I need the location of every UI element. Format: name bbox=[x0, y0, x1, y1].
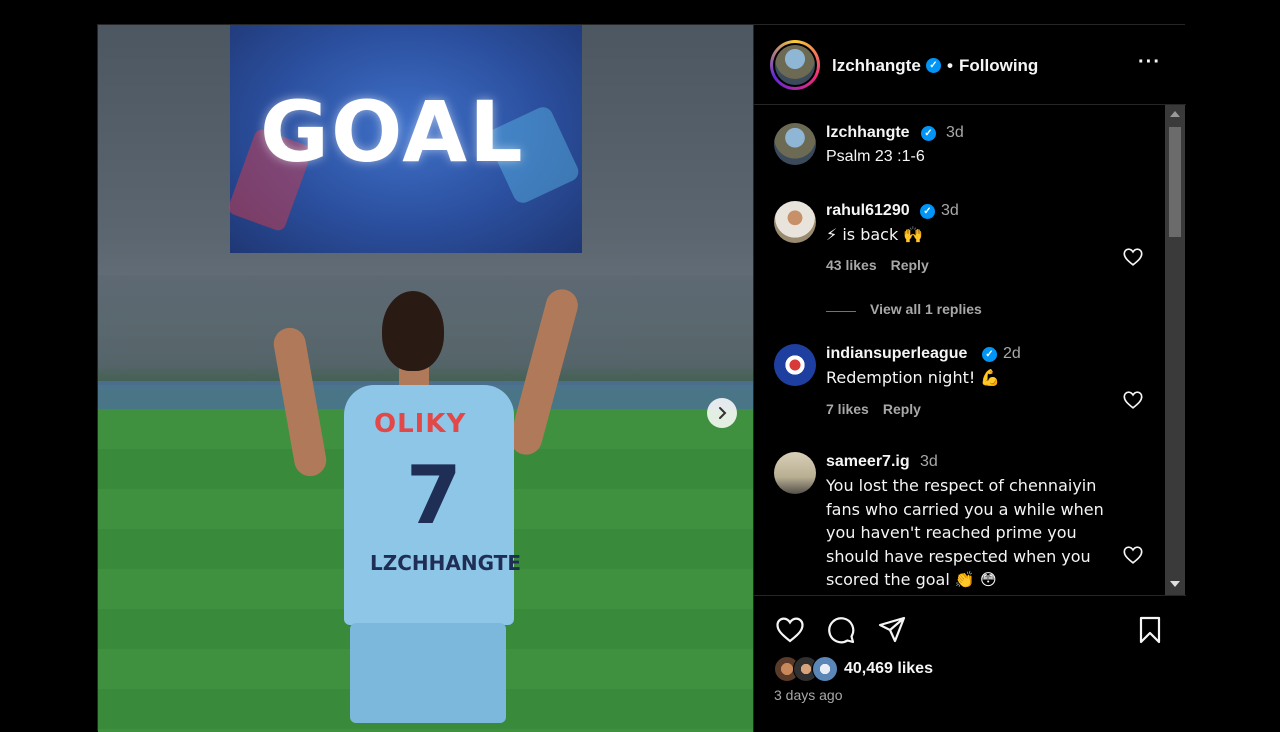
post-header: lzchhangte ✓ • Following ··· bbox=[754, 25, 1186, 105]
author-username[interactable]: lzchhangte bbox=[832, 56, 921, 76]
post-side-panel: lzchhangte ✓ • Following ··· lzchhangte … bbox=[753, 25, 1186, 732]
following-button[interactable]: Following bbox=[959, 56, 1038, 76]
heart-icon[interactable] bbox=[1122, 389, 1144, 411]
more-options-icon[interactable]: ··· bbox=[1138, 51, 1161, 74]
comment-icon[interactable] bbox=[825, 614, 857, 646]
comment-meta: 7 likes Reply bbox=[826, 401, 935, 417]
comment-username[interactable]: indiansuperleague bbox=[826, 345, 967, 363]
post-image[interactable]: GOAL OLIKY 7 LZCHHANGTE bbox=[98, 25, 753, 732]
verified-badge-icon: ✓ bbox=[982, 347, 997, 362]
scroll-up-arrow-icon[interactable] bbox=[1170, 111, 1180, 117]
reply-button[interactable]: Reply bbox=[883, 401, 921, 417]
comment-meta: 43 likes Reply bbox=[826, 257, 943, 273]
caption-text: Psalm 23 :1-6 bbox=[826, 148, 925, 165]
post-modal: GOAL OLIKY 7 LZCHHANGTE lzchhangte ✓ • F… bbox=[97, 24, 1186, 732]
likes-count[interactable]: 40,469 likes bbox=[844, 660, 933, 678]
comment-time[interactable]: 3d bbox=[941, 202, 959, 220]
comment-likes[interactable]: 7 likes bbox=[826, 401, 869, 417]
jersey-number: 7 bbox=[406, 449, 462, 542]
comment-text: Redemption night! 💪 bbox=[826, 368, 1001, 387]
caption-username[interactable]: lzchhangte bbox=[826, 124, 910, 142]
heart-icon[interactable] bbox=[1122, 544, 1144, 566]
comment-text: You lost the respect of chennaiyin fans … bbox=[826, 476, 1104, 589]
screen-goal-text: GOAL bbox=[260, 83, 525, 181]
comment-likes[interactable]: 43 likes bbox=[826, 257, 877, 273]
next-image-button[interactable] bbox=[707, 398, 737, 428]
comment-avatar[interactable] bbox=[774, 201, 816, 243]
comment-text: ⚡ is back 🙌 bbox=[826, 225, 924, 244]
heart-icon[interactable] bbox=[1122, 246, 1144, 268]
author-avatar[interactable] bbox=[770, 40, 820, 90]
comment-avatar[interactable] bbox=[774, 452, 816, 494]
scroll-down-arrow-icon[interactable] bbox=[1170, 581, 1180, 587]
jersey-name: LZCHHANGTE bbox=[370, 551, 521, 575]
comments-scrollbar[interactable] bbox=[1165, 105, 1185, 595]
verified-badge-icon: ✓ bbox=[926, 58, 941, 73]
share-icon[interactable] bbox=[876, 614, 908, 646]
comment-time[interactable]: 3d bbox=[920, 453, 938, 471]
caption-time[interactable]: 3d bbox=[946, 124, 964, 142]
like-heart-icon[interactable] bbox=[774, 614, 806, 646]
caption-avatar[interactable] bbox=[774, 123, 816, 165]
replies-divider bbox=[826, 311, 856, 312]
header-separator: • bbox=[947, 56, 953, 75]
posted-time[interactable]: 3 days ago bbox=[774, 687, 843, 703]
chevron-right-icon bbox=[719, 407, 727, 419]
scroll-thumb[interactable] bbox=[1169, 127, 1181, 237]
jersey-sponsor: OLIKY bbox=[374, 409, 467, 439]
comment-time[interactable]: 2d bbox=[1003, 345, 1021, 363]
comment-avatar[interactable] bbox=[774, 344, 816, 386]
post-actions: 40,469 likes 3 days ago bbox=[754, 595, 1186, 732]
comment-username[interactable]: rahul61290 bbox=[826, 202, 910, 220]
verified-badge-icon: ✓ bbox=[920, 204, 935, 219]
save-icon[interactable] bbox=[1134, 614, 1166, 646]
comments-list[interactable]: lzchhangte ✓ 3d Psalm 23 :1-6 rahul61290… bbox=[754, 105, 1186, 595]
view-replies-button[interactable]: View all 1 replies bbox=[870, 301, 982, 317]
comment-username[interactable]: sameer7.ig bbox=[826, 453, 910, 471]
liked-by-avatars[interactable] bbox=[774, 656, 840, 682]
reply-button[interactable]: Reply bbox=[891, 257, 929, 273]
verified-badge-icon: ✓ bbox=[921, 126, 936, 141]
player-figure: OLIKY 7 LZCHHANGTE bbox=[266, 267, 646, 732]
liker-avatar bbox=[812, 656, 838, 682]
